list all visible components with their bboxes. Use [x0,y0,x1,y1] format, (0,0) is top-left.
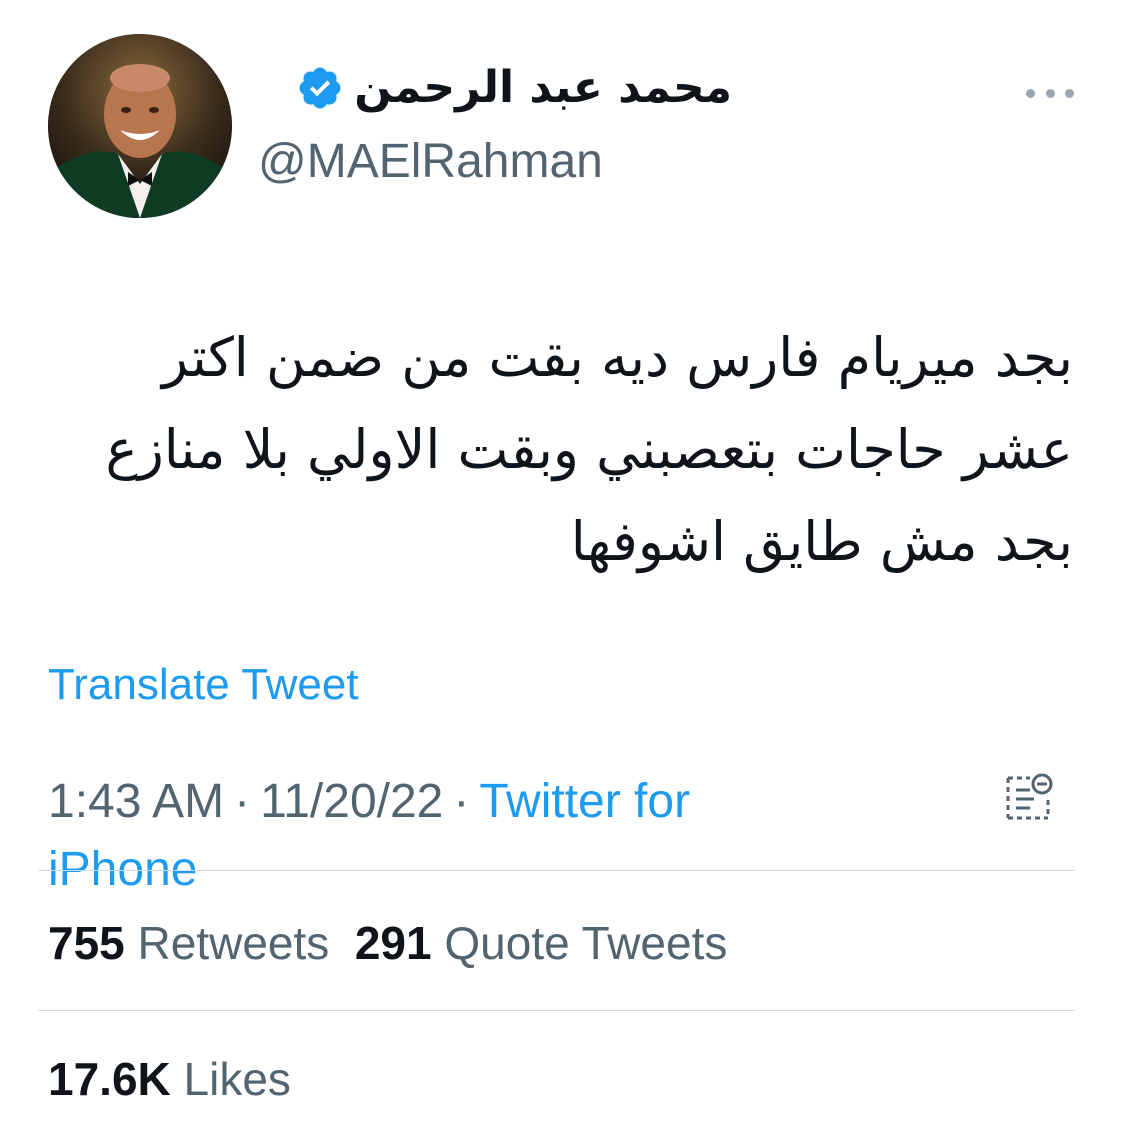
meta-separator: · [234,775,251,828]
tweet-text: بجد ميريام فارس ديه بقت من ضمن اكتر عشر … [105,326,1074,573]
tweet-analytics-icon[interactable] [1000,770,1056,826]
likes-stat[interactable]: 17.6K Likes [48,1053,291,1105]
likes-stats: 17.6K Likes [48,1052,291,1106]
verified-badge-icon [299,67,341,108]
more-dot [1026,88,1035,98]
quotes-stat[interactable]: 291 Quote Tweets [355,917,728,969]
retweets-stat[interactable]: 755 Retweets [48,917,329,969]
quotes-label: Quote Tweets [444,917,728,969]
likes-count: 17.6K [48,1053,171,1105]
more-dot [1045,88,1055,98]
divider [38,870,1075,871]
author-display-name: محمد عبد الرحمن [354,62,732,113]
author-name-row[interactable]: محمد عبد الرحمن [296,62,732,113]
more-horizontal-icon[interactable] [1026,78,1074,108]
retweets-label: Retweets [137,917,330,969]
avatar-image [48,34,232,218]
author-handle[interactable]: @MAElRahman [258,134,603,189]
likes-label: Likes [183,1053,291,1105]
tweet-meta: 1:43 AM · 11/20/22 · Twitter for iPhone [48,768,868,904]
divider [38,1010,1075,1011]
tweet-source-prefix[interactable]: Twitter for [479,775,690,828]
tweet-date[interactable]: 11/20/22 [260,775,443,828]
retweets-count: 755 [48,917,125,969]
more-dot [1065,88,1074,98]
meta-separator: · [453,775,470,828]
tweet-time[interactable]: 1:43 AM [48,775,224,828]
retweet-quote-stats: 755 Retweets 291 Quote Tweets [48,916,727,970]
avatar[interactable] [48,34,232,218]
quotes-count: 291 [354,917,432,969]
translate-tweet-link[interactable]: Translate Tweet [48,660,359,710]
